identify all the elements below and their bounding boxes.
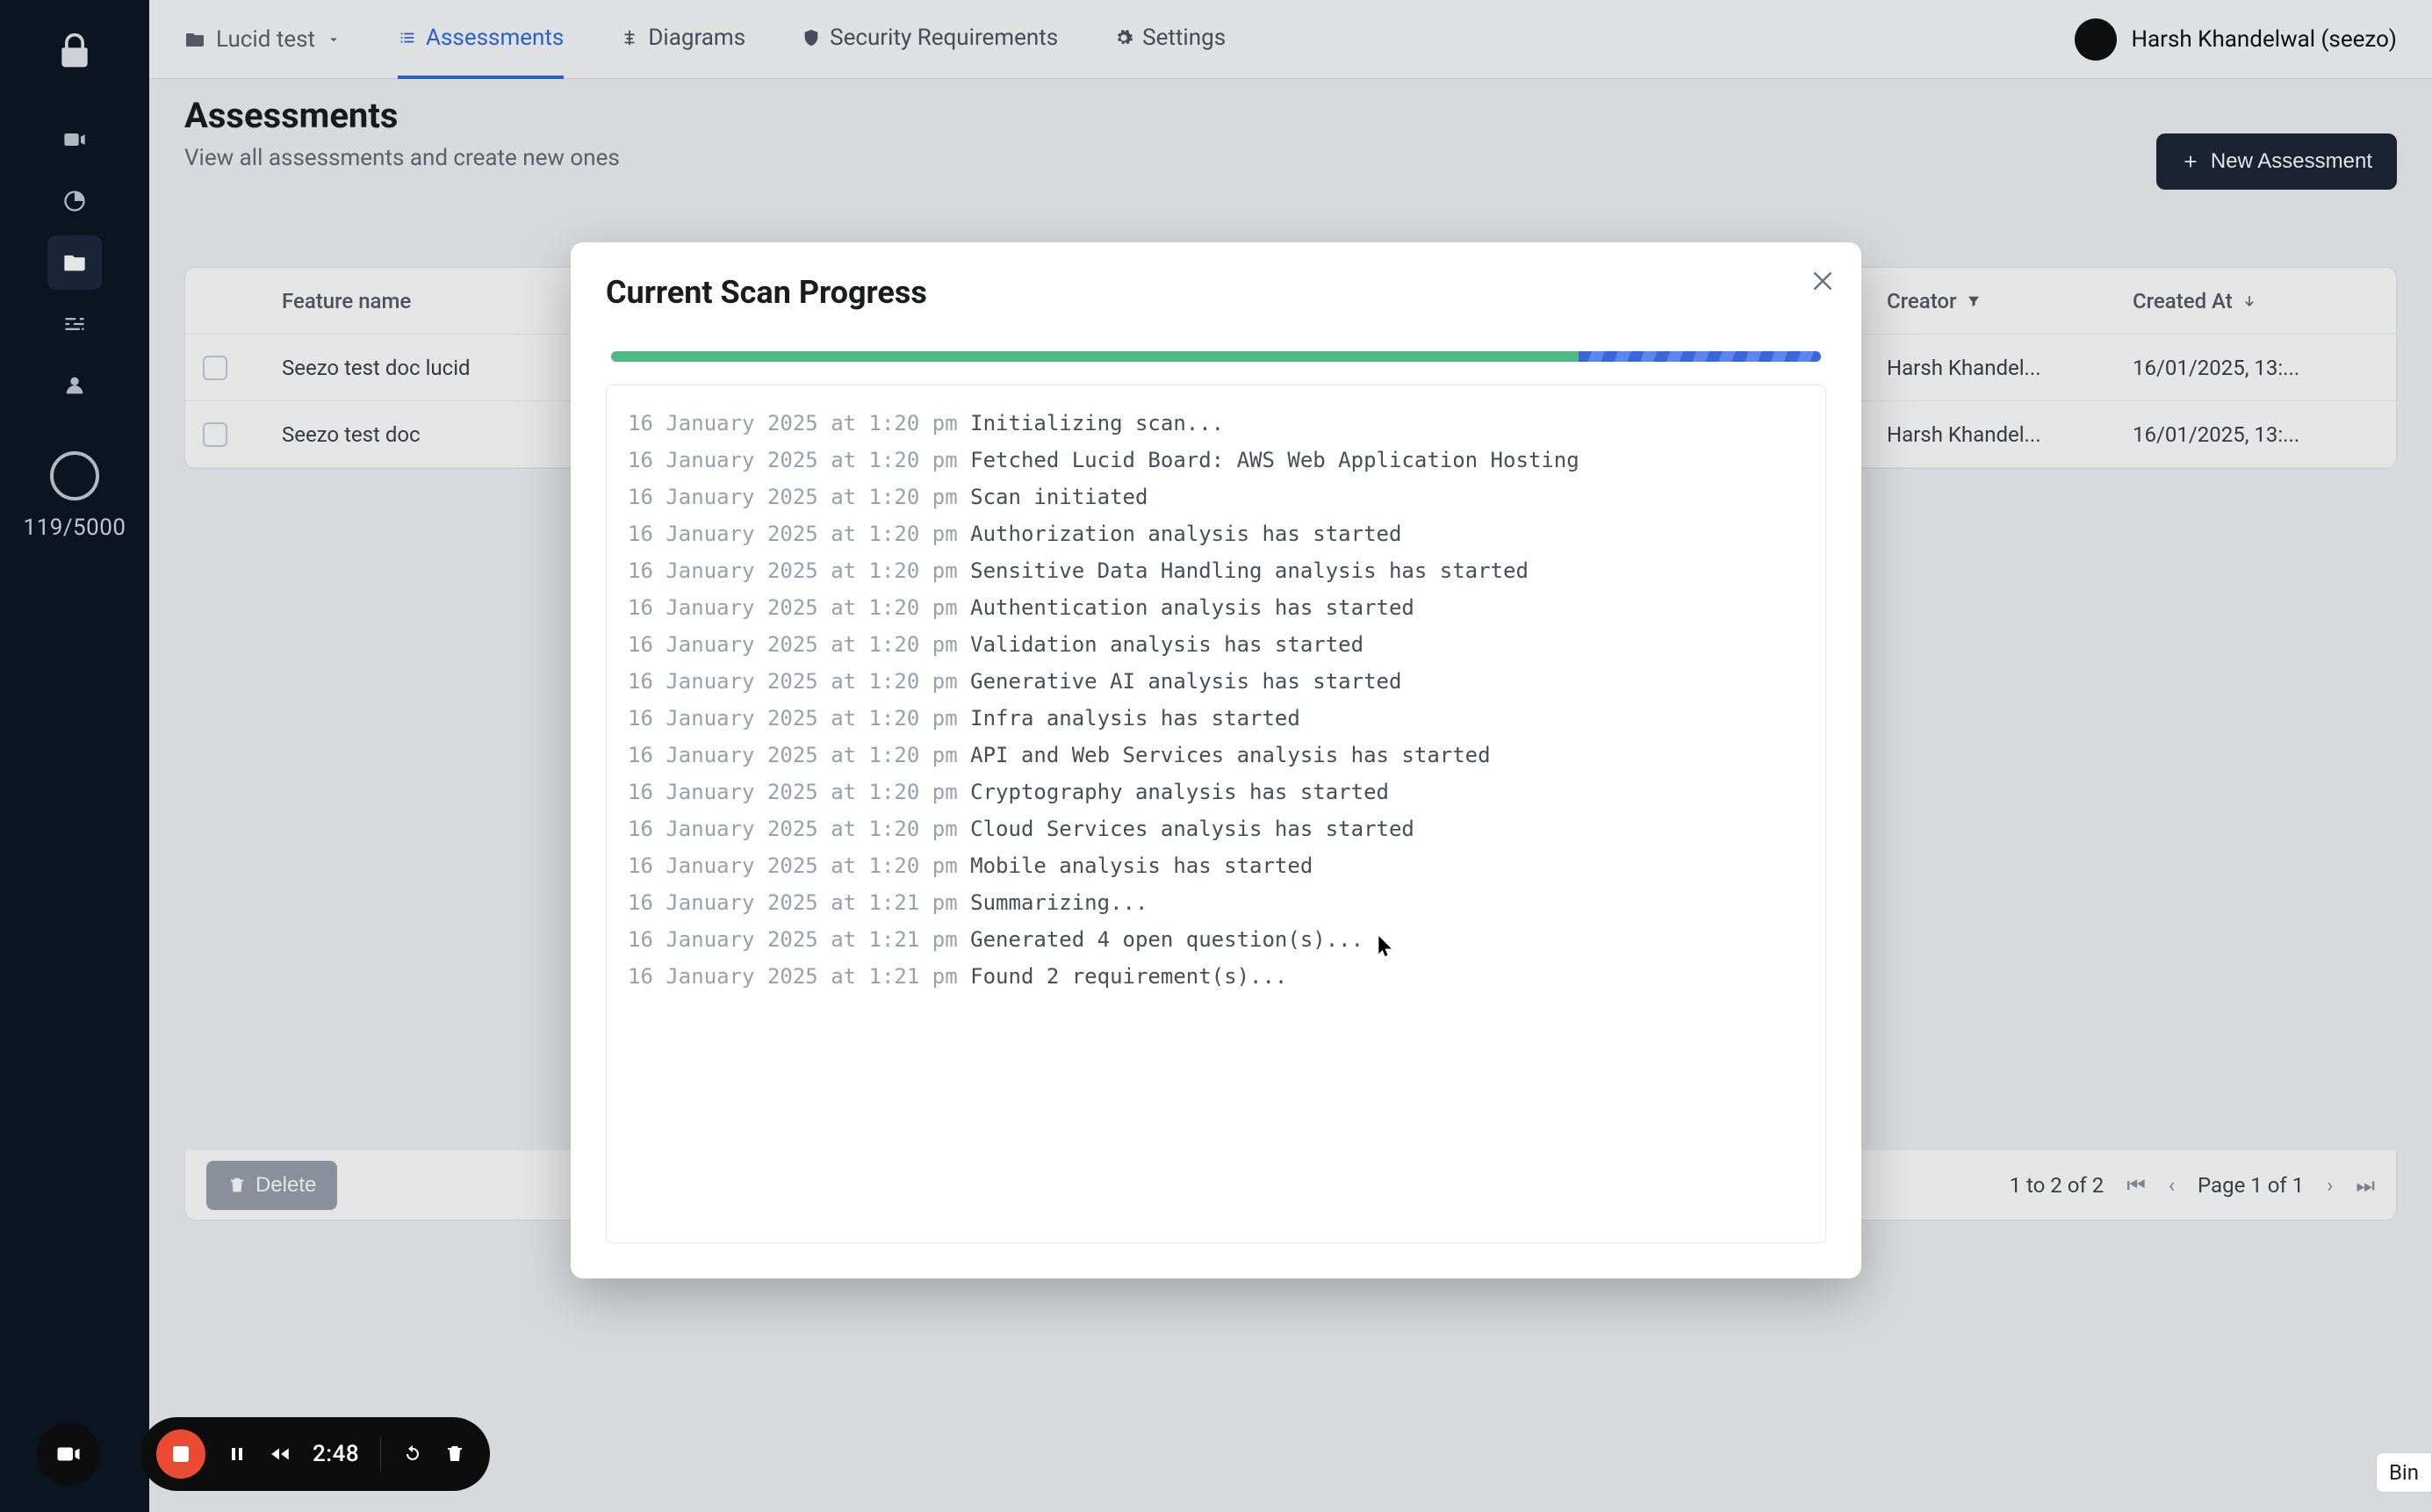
log-line: 16 January 2025 at 1:20 pm Cryptography … — [628, 774, 1804, 810]
progress-done — [611, 351, 1579, 362]
cell-created: 16/01/2025, 13:... — [2133, 422, 2378, 447]
app-logo-icon — [55, 32, 94, 70]
cell-created: 16/01/2025, 13:... — [2133, 356, 2378, 380]
tab-diagrams[interactable]: Diagrams — [620, 0, 745, 79]
project-name: Lucid test — [216, 26, 315, 53]
column-creator: Creator — [1887, 289, 2133, 313]
recorder-elapsed: 2:48 — [313, 1441, 359, 1467]
restart-icon — [402, 1444, 423, 1465]
paginator: 1 to 2 of 2 ⏮ ‹ Page 1 of 1 › ⏭ — [2010, 1173, 2375, 1198]
user-menu[interactable]: Harsh Khandelwal (seezo) — [2075, 18, 2397, 61]
page-title: Assessments — [184, 95, 2397, 136]
column-created-at: Created At — [2133, 289, 2378, 313]
cursor-icon — [1378, 936, 1394, 959]
scan-log[interactable]: 16 January 2025 at 1:20 pm Initializing … — [606, 385, 1826, 1243]
diagram-icon — [620, 28, 639, 47]
delete-label: Delete — [255, 1173, 316, 1198]
log-line: 16 January 2025 at 1:20 pm Mobile analys… — [628, 847, 1804, 884]
plus-icon — [2181, 152, 2200, 171]
tab-settings-label: Settings — [1142, 25, 1226, 51]
trash-icon — [444, 1444, 465, 1465]
page-last-button[interactable]: ⏭ — [2356, 1173, 2375, 1198]
modal-title: Current Scan Progress — [606, 274, 1826, 311]
sidebar-nav-folder[interactable] — [47, 235, 102, 290]
sidebar-nav-analytics[interactable] — [47, 174, 102, 228]
tab-diagrams-label: Diagrams — [648, 25, 745, 51]
new-assessment-label: New Assessment — [2211, 149, 2372, 174]
avatar — [2075, 18, 2117, 61]
recorder-delete-button[interactable] — [444, 1444, 465, 1465]
log-line: 16 January 2025 at 1:21 pm Summarizing..… — [628, 884, 1804, 921]
stop-icon — [173, 1446, 189, 1462]
camera-icon — [55, 1441, 82, 1467]
page-first-button[interactable]: ⏮ — [2126, 1173, 2146, 1198]
scan-progress-bar — [611, 351, 1821, 362]
log-line: 16 January 2025 at 1:20 pm Scan initiate… — [628, 479, 1804, 515]
log-line: 16 January 2025 at 1:20 pm Sensitive Dat… — [628, 552, 1804, 589]
log-line: 16 January 2025 at 1:20 pm Validation an… — [628, 626, 1804, 663]
modal-close-button[interactable] — [1803, 262, 1842, 300]
left-sidebar: 119/5000 — [0, 0, 149, 1512]
filter-icon[interactable] — [1966, 293, 1982, 309]
close-icon — [1810, 268, 1836, 294]
sort-desc-icon[interactable] — [2241, 293, 2257, 309]
log-line: 16 January 2025 at 1:20 pm Fetched Lucid… — [628, 442, 1804, 479]
new-assessment-button[interactable]: New Assessment — [2156, 133, 2397, 190]
cell-creator: Harsh Khandel... — [1887, 422, 2133, 447]
sidebar-usage-ring — [50, 451, 99, 500]
progress-active — [1579, 351, 1821, 362]
tab-security-label: Security Requirements — [830, 25, 1058, 51]
delete-button[interactable]: Delete — [206, 1161, 337, 1210]
log-line: 16 January 2025 at 1:20 pm Infra analysi… — [628, 700, 1804, 737]
page-header: Assessments View all assessments and cre… — [184, 95, 2397, 171]
pause-icon — [227, 1444, 248, 1465]
log-line: 16 January 2025 at 1:21 pm Generated 4 o… — [628, 921, 1804, 958]
tab-settings[interactable]: Settings — [1114, 0, 1226, 79]
recorder-divider — [380, 1436, 381, 1472]
sidebar-nav-sliders[interactable] — [47, 297, 102, 351]
sidebar-nav-record[interactable] — [47, 112, 102, 167]
pagination-page: Page 1 of 1 — [2198, 1173, 2304, 1198]
gear-icon — [1114, 28, 1133, 47]
recorder-float-button[interactable] — [37, 1422, 100, 1486]
tab-security-requirements[interactable]: Security Requirements — [802, 0, 1058, 79]
log-line: 16 January 2025 at 1:20 pm API and Web S… — [628, 737, 1804, 774]
log-line: 16 January 2025 at 1:21 pm Found 2 requi… — [628, 958, 1804, 995]
row-checkbox[interactable] — [203, 356, 227, 380]
rewind-icon — [269, 1443, 291, 1465]
recorder-restart-button[interactable] — [402, 1444, 423, 1465]
recorder-pause-button[interactable] — [227, 1444, 248, 1465]
topbar: Lucid test Assessments Diagrams Security… — [149, 0, 2432, 79]
chevron-down-icon — [326, 32, 342, 47]
cell-creator: Harsh Khandel... — [1887, 356, 2133, 380]
log-line: 16 January 2025 at 1:20 pm Authenticatio… — [628, 589, 1804, 626]
list-icon — [398, 28, 417, 47]
recorder-rewind-button[interactable] — [269, 1443, 291, 1465]
shield-icon — [802, 28, 821, 47]
page-prev-button[interactable]: ‹ — [2169, 1173, 2175, 1198]
project-selector[interactable]: Lucid test — [184, 26, 342, 53]
recorder-toolbar: 2:48 — [140, 1417, 490, 1491]
tab-assessments-label: Assessments — [426, 25, 564, 51]
row-checkbox[interactable] — [203, 422, 227, 447]
scan-progress-modal: Current Scan Progress 16 January 2025 at… — [571, 242, 1861, 1278]
log-line: 16 January 2025 at 1:20 pm Cloud Service… — [628, 810, 1804, 847]
log-line: 16 January 2025 at 1:20 pm Authorization… — [628, 515, 1804, 552]
pagination-range: 1 to 2 of 2 — [2010, 1173, 2105, 1198]
sidebar-usage-counter: 119/5000 — [23, 515, 126, 541]
page-subtitle: View all assessments and create new ones — [184, 145, 2397, 171]
tab-assessments[interactable]: Assessments — [398, 0, 564, 79]
page-next-button[interactable]: › — [2327, 1173, 2333, 1198]
sidebar-nav-user[interactable] — [47, 358, 102, 413]
bin-tooltip: Bin — [2376, 1452, 2432, 1493]
trash-icon — [227, 1176, 247, 1195]
user-name: Harsh Khandelwal (seezo) — [2131, 26, 2397, 53]
log-line: 16 January 2025 at 1:20 pm Generative AI… — [628, 663, 1804, 700]
folder-icon — [184, 29, 205, 50]
log-line: 16 January 2025 at 1:20 pm Initializing … — [628, 405, 1804, 442]
recorder-stop-button[interactable] — [156, 1429, 205, 1479]
